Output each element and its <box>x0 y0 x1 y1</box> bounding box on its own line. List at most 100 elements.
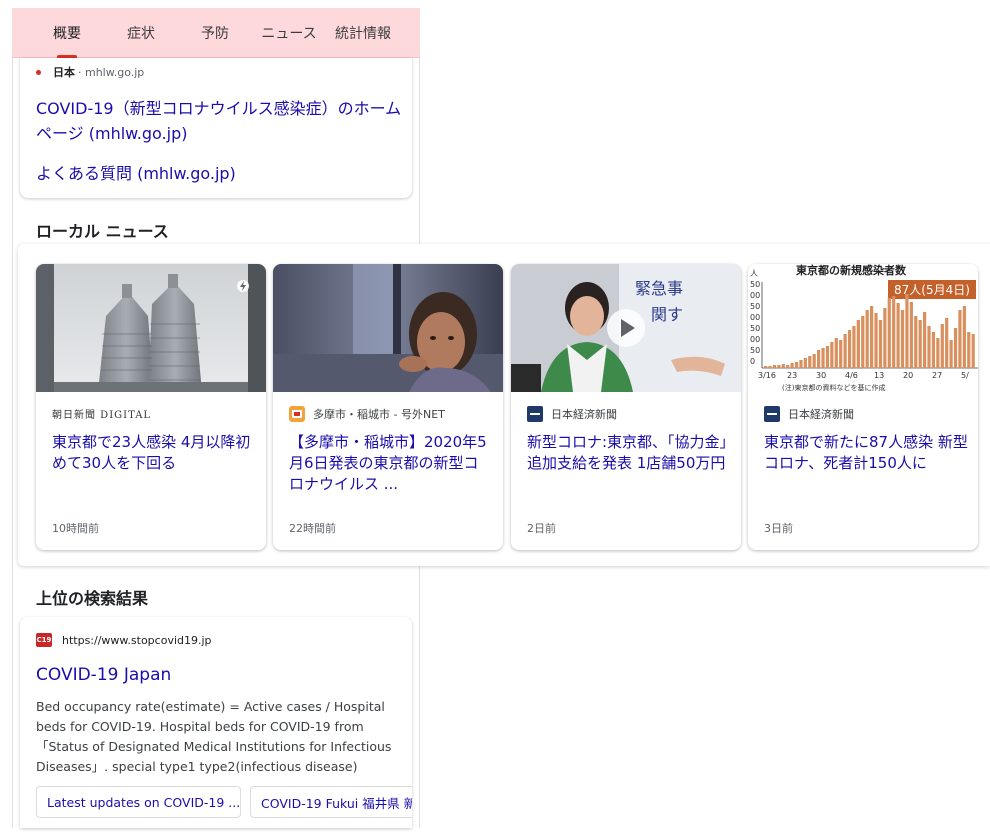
news-headline-3[interactable]: 新型コロナ:東京都、「協力金」追加支給を発表 1店舗50万円 <box>527 432 731 474</box>
mini-chart-bar <box>887 298 891 368</box>
asahi-logo-text: 朝日新聞 DIGITAL <box>52 410 152 421</box>
nikkei-logo-icon <box>764 406 780 422</box>
mini-chart-bar <box>923 312 927 368</box>
result-url[interactable]: https://www.stopcovid19.jp <box>62 634 212 647</box>
mini-chart-bar <box>892 296 896 368</box>
gov-home-link[interactable]: COVID-19（新型コロナウイルス感染症）のホームページ (mhlw.go.j… <box>36 96 406 146</box>
mini-chart-bar <box>843 334 847 368</box>
news-thumbnail-2 <box>273 264 503 392</box>
mini-chart-bar <box>953 328 958 368</box>
news-publisher-2: 多摩市・稲城市 - 号外NET <box>289 406 445 422</box>
child-at-window-image <box>273 264 503 392</box>
tab-symptoms[interactable]: 症状 <box>104 23 178 43</box>
mini-chart-bar <box>861 316 865 368</box>
mini-chart-bar <box>971 334 975 368</box>
mini-chart-bar <box>768 366 772 368</box>
news-time-1: 10時間前 <box>52 522 99 535</box>
mini-chart-ytick: 50 <box>750 280 760 289</box>
mini-chart-xtick: 20 <box>903 371 913 380</box>
mini-chart-ytick: 50 <box>750 302 760 311</box>
mini-chart-bar <box>962 306 966 368</box>
mini-chart-bar <box>777 365 781 368</box>
mini-chart-bar <box>945 318 949 368</box>
publisher-name-2: 多摩市・稲城市 - 号外NET <box>313 408 445 421</box>
news-time-4: 3日前 <box>764 522 793 535</box>
mini-chart-title: 東京都の新規感染者数 <box>796 264 907 277</box>
sitelink-chip-fukui[interactable]: COVID-19 Fukui 福井県 新 <box>250 786 412 818</box>
news-card-4[interactable]: 東京都の新規感染者数 87人(5月4日) 人 50 00 50 00 50 00 50 0 3… <box>748 264 978 550</box>
tokyo-govt-building-image <box>36 264 266 392</box>
mini-chart-ytick: 00 <box>750 291 760 300</box>
mini-chart-bar <box>808 356 812 368</box>
news-thumbnail-3: 緊急事 関す <box>511 264 741 392</box>
news-thumbnail-4: 東京都の新規感染者数 87人(5月4日) 人 50 00 50 00 50 00 50 0 3… <box>748 264 978 392</box>
mini-chart-bar <box>834 338 838 368</box>
sitelink-chip-latest-updates[interactable]: Latest updates on COVID-19 ... <box>36 786 241 818</box>
topic-tab-bar: 概要 症状 予防 ニュース 統計情報 <box>12 8 420 58</box>
mini-chart-bar <box>896 303 900 368</box>
mini-chart-bar <box>905 294 909 368</box>
mini-chart-bar <box>936 338 940 368</box>
mini-chart-bar <box>967 332 971 368</box>
nikkei-logo-icon <box>527 406 543 422</box>
news-time-3: 2日前 <box>527 522 556 535</box>
mini-chart-bar <box>878 320 883 368</box>
gov-faq-link[interactable]: よくある質問 (mhlw.go.jp) <box>36 160 236 184</box>
mini-chart-bar <box>918 320 922 368</box>
tab-news[interactable]: ニュース <box>252 23 326 43</box>
mini-chart-bar <box>883 308 887 368</box>
country-dot-icon <box>36 69 41 75</box>
mini-chart-bar <box>790 363 794 368</box>
mini-chart-bar <box>909 302 913 368</box>
stopcovid-favicon-icon: C19 <box>36 633 52 647</box>
mini-chart-bar <box>958 310 962 368</box>
mini-chart-bar <box>865 310 869 368</box>
mini-chart-bar <box>825 346 830 368</box>
mini-chart-bar <box>772 365 777 368</box>
mini-chart-bar <box>914 316 918 368</box>
news-headline-4[interactable]: 東京都で新たに87人感染 新型コロナ、死者計150人に <box>764 432 968 474</box>
mini-chart-bar <box>940 324 944 368</box>
mini-chart-bar <box>852 326 856 368</box>
publisher-name-4: 日本経済新聞 <box>788 408 854 421</box>
news-card-1[interactable]: 朝日新聞 DIGITAL 東京都で23人感染 4月以降初めて30人を下回る 10… <box>36 264 266 550</box>
gogaigai-net-logo-icon <box>289 406 305 422</box>
mini-chart-bar <box>821 348 825 368</box>
source-row: 日本 · mhlw.go.jp <box>36 64 144 80</box>
mini-chart-ytick: 00 <box>750 335 760 344</box>
local-news-heading: ローカル ニュース <box>36 222 169 241</box>
search-result-card: C19 https://www.stopcovid19.jp COVID-19 … <box>20 617 412 828</box>
mini-chart-note: (注)東京都の資料などを基に作成 <box>782 383 885 392</box>
tab-prevention[interactable]: 予防 <box>178 23 252 43</box>
top-results-heading: 上位の検索結果 <box>36 589 149 608</box>
mini-chart-ytick: 00 <box>750 313 760 322</box>
tab-overview[interactable]: 概要 <box>30 23 104 43</box>
mini-chart-xtick: 4/6 <box>845 371 858 380</box>
mini-chart-bar <box>764 366 768 368</box>
result-source-row: C19 https://www.stopcovid19.jp <box>36 633 212 647</box>
mini-chart-bar <box>812 354 816 368</box>
mini-chart-bar <box>830 342 834 368</box>
mini-chart-bar <box>799 360 803 368</box>
mini-chart-xtick: 30 <box>816 371 826 380</box>
mini-chart-ytick: 50 <box>750 324 760 333</box>
gov-source-card: 日本 · mhlw.go.jp COVID-19（新型コロナウイルス感染症）のホ… <box>20 58 412 198</box>
news-headline-2[interactable]: 【多摩市・稲城市】2020年5月6日発表の東京都の新型コロナウイルス ... <box>289 432 493 495</box>
news-card-2[interactable]: 多摩市・稲城市 - 号外NET 【多摩市・稲城市】2020年5月6日発表の東京都… <box>273 264 503 550</box>
mini-chart-bar <box>870 306 874 368</box>
publisher-name-3: 日本経済新聞 <box>551 408 617 421</box>
mini-chart-bar <box>803 358 807 368</box>
mini-chart-bar <box>817 350 821 368</box>
mini-chart-bar <box>781 364 785 368</box>
mini-chart-bar <box>949 340 953 368</box>
tab-statistics[interactable]: 統計情報 <box>326 23 400 43</box>
news-publisher-4: 日本経済新聞 <box>764 406 854 422</box>
mini-chart-bar <box>900 310 905 368</box>
news-publisher-3: 日本経済新聞 <box>527 406 617 422</box>
mini-chart-bar <box>927 326 931 368</box>
news-time-2: 22時間前 <box>289 522 336 535</box>
news-headline-1[interactable]: 東京都で23人感染 4月以降初めて30人を下回る <box>52 432 256 474</box>
mini-chart-bar <box>839 340 843 368</box>
result-title-link[interactable]: COVID-19 Japan <box>36 665 171 685</box>
news-card-3[interactable]: 緊急事 関す 日本経済新聞 新型コロナ:東京都、「協力金」追加支給を発表 1店舗… <box>511 264 741 550</box>
